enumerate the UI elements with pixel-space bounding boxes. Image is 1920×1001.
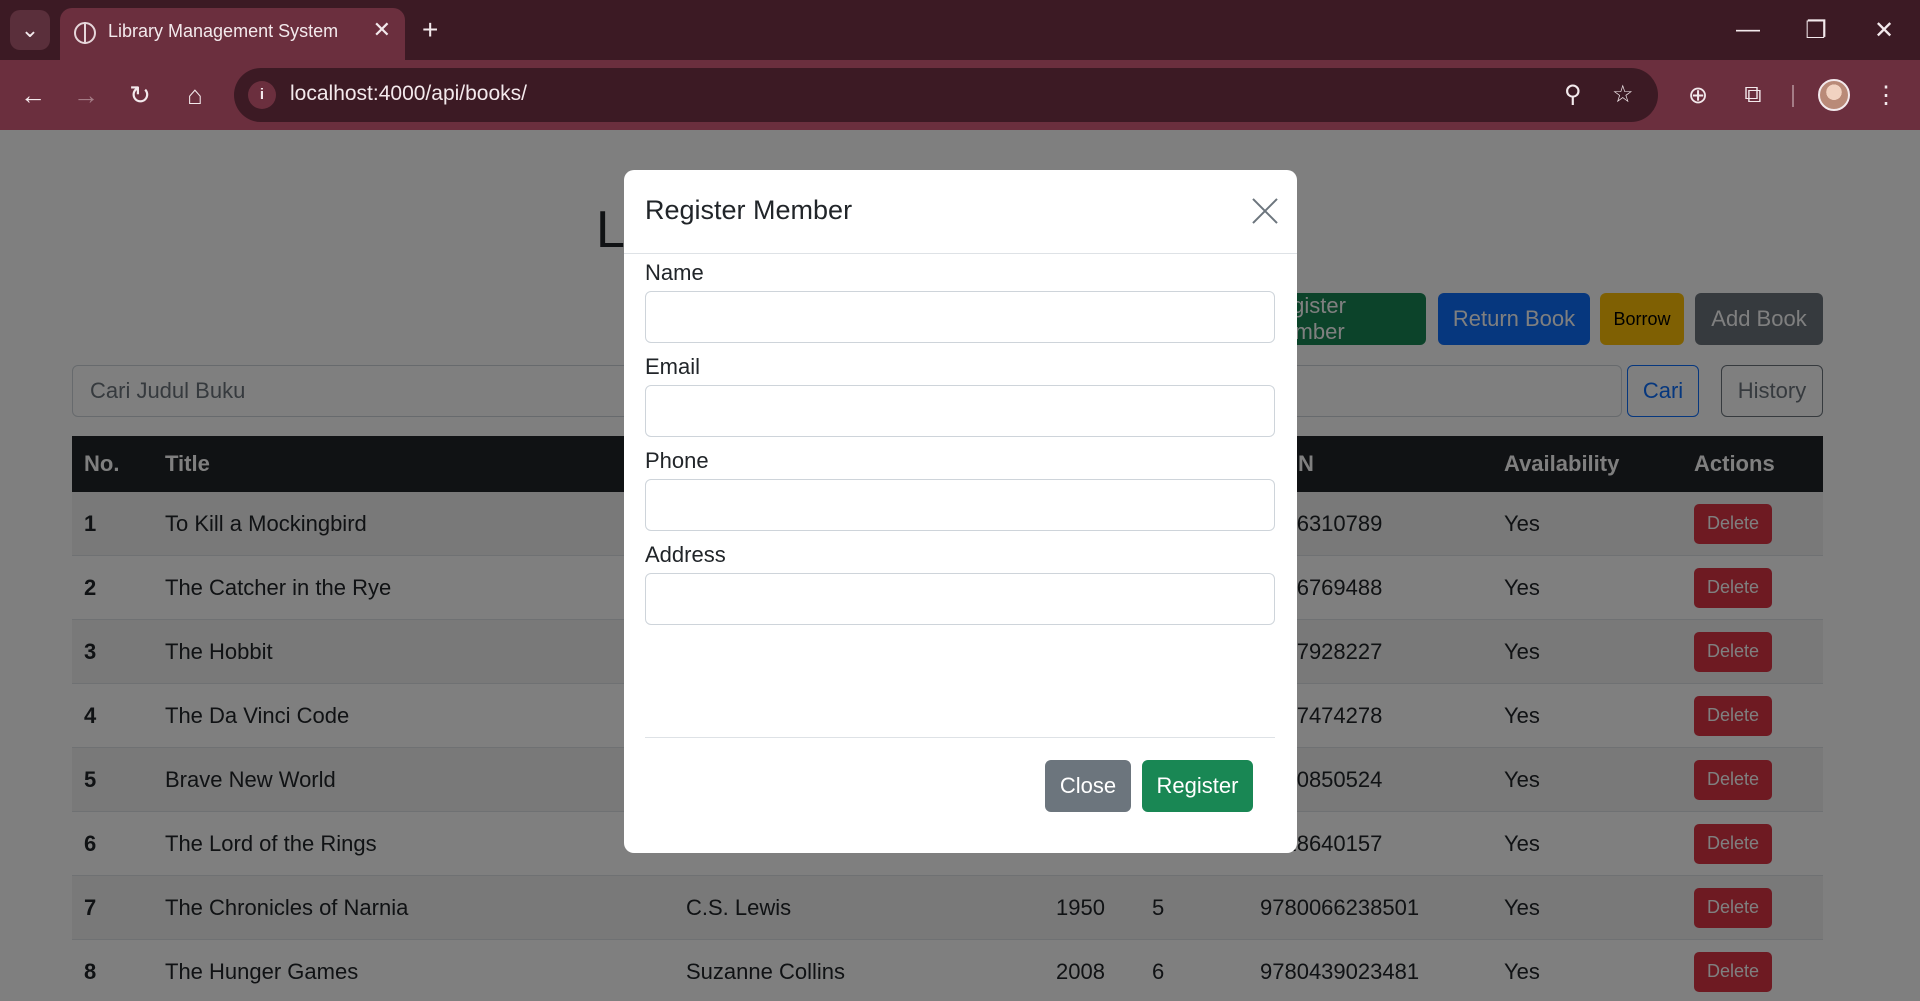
modal-divider: [645, 737, 1275, 738]
email-field[interactable]: [645, 385, 1275, 437]
phone-field[interactable]: [645, 479, 1275, 531]
address-bar[interactable]: i localhost:4000/api/books/ ⚲ ☆: [234, 68, 1658, 122]
close-icon[interactable]: ✕: [373, 17, 391, 43]
toolbar-divider: [1792, 85, 1794, 107]
url-text[interactable]: localhost:4000/api/books/: [290, 82, 527, 106]
puzzle-icon[interactable]: ⧉: [1735, 77, 1771, 113]
zoom-out-icon[interactable]: ⚲: [1564, 80, 1582, 109]
minimize-icon[interactable]: —: [1728, 10, 1768, 50]
close-icon[interactable]: [1248, 194, 1282, 228]
browser-toolbar: ← → ↻ ⌂ i localhost:4000/api/books/ ⚲ ☆ …: [0, 60, 1920, 130]
address-label: Address: [645, 542, 726, 567]
browser-tab-bar: ⌄ Library Management System ✕ + — ❐ ✕: [0, 0, 1920, 60]
reload-icon[interactable]: ↻: [120, 75, 160, 115]
plus-circle-icon[interactable]: ⊕: [1680, 77, 1716, 113]
phone-label: Phone: [645, 448, 709, 473]
tab-search-button[interactable]: ⌄: [10, 10, 50, 50]
modal-header: Register Member: [624, 170, 1297, 254]
register-member-modal: Register Member Name Email Phone Address…: [624, 170, 1297, 853]
chevron-down-icon: ⌄: [20, 17, 40, 42]
name-label: Name: [645, 260, 704, 285]
arrow-left-icon[interactable]: ←: [13, 75, 53, 115]
arrow-right-icon[interactable]: →: [66, 75, 106, 115]
close-button[interactable]: Close: [1045, 760, 1131, 812]
star-icon[interactable]: ☆: [1612, 80, 1634, 109]
window-close-icon[interactable]: ✕: [1864, 10, 1904, 50]
globe-icon: [74, 22, 96, 44]
browser-tab[interactable]: Library Management System ✕: [60, 8, 405, 60]
tab-title: Library Management System: [108, 21, 339, 41]
plus-icon[interactable]: +: [422, 12, 438, 48]
email-label: Email: [645, 354, 701, 379]
page-content: L Register Member Return Book Borrow Add…: [0, 130, 1920, 1001]
kebab-menu-icon[interactable]: ⋮: [1868, 77, 1904, 113]
name-field[interactable]: [645, 291, 1275, 343]
address-field[interactable]: [645, 573, 1275, 625]
restore-icon[interactable]: ❐: [1796, 10, 1836, 50]
register-button[interactable]: Register: [1142, 760, 1253, 812]
info-icon[interactable]: i: [248, 81, 276, 109]
profile-avatar[interactable]: [1818, 79, 1850, 111]
home-icon[interactable]: ⌂: [175, 75, 215, 115]
modal-title: Register Member: [645, 195, 853, 225]
